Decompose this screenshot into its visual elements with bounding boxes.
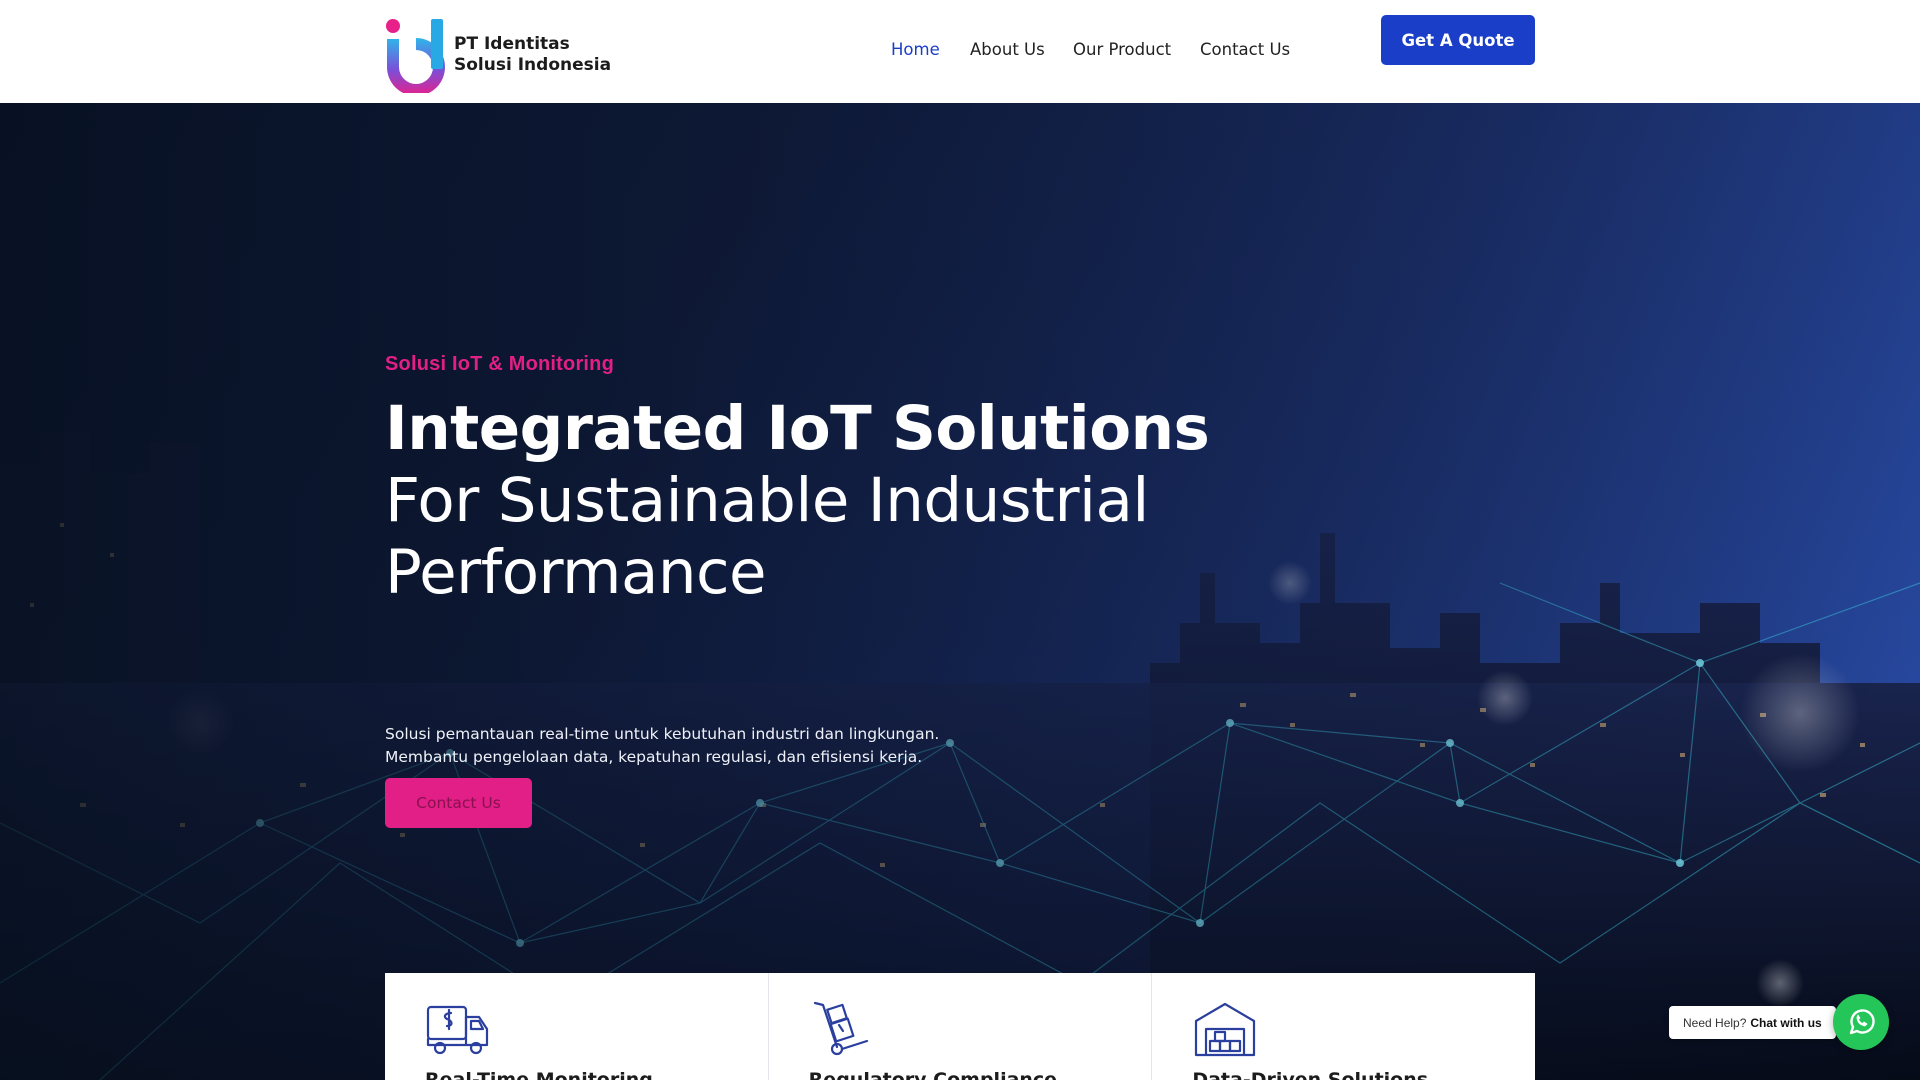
main-nav: Home About Us Our Product Contact Us <box>0 40 1920 64</box>
warehouse-icon <box>1195 1002 1256 1057</box>
hand-truck-boxes-icon <box>813 1001 868 1056</box>
hero-eyebrow: Solusi IoT & Monitoring <box>385 353 615 375</box>
nav-item-our-product[interactable]: Our Product <box>1073 40 1171 59</box>
whatsapp-chat-button[interactable] <box>1833 994 1889 1050</box>
feature-title: Regulatory Compliance <box>808 1069 1058 1080</box>
hero-description-line1: Solusi pemantauan real-time untuk kebutu… <box>385 725 940 743</box>
hero-contact-us-button[interactable]: Contact Us <box>385 778 532 828</box>
hero-headline-line3: Performance <box>385 537 767 608</box>
delivery-truck-dollar-icon <box>426 1005 489 1055</box>
feature-title: Real-Time Monitoring <box>425 1069 653 1080</box>
nav-item-contact-us[interactable]: Contact Us <box>1200 40 1290 59</box>
hero-headline-line1: Integrated IoT Solutions <box>385 393 1210 464</box>
hero-section: Solusi IoT & Monitoring Integrated IoT S… <box>0 103 1920 1080</box>
get-a-quote-button[interactable]: Get A Quote <box>1381 15 1535 65</box>
chat-prompt-text: Need Help? <box>1683 1015 1747 1030</box>
hero-headline-line2: For Sustainable Industrial <box>385 465 1149 536</box>
hero-description-line2: Membantu pengelolaan data, kepatuhan reg… <box>385 748 923 766</box>
feature-card-data-driven-solutions[interactable]: Data-Driven Solutions <box>1152 973 1535 1080</box>
feature-card-real-time-monitoring[interactable]: Real-Time Monitoring <box>385 973 769 1080</box>
hero-description: Solusi pemantauan real-time untuk kebutu… <box>385 723 1145 769</box>
feature-card-regulatory-compliance[interactable]: Regulatory Compliance <box>769 973 1153 1080</box>
site-header: PT Identitas Solusi Indonesia Home About… <box>0 0 1920 103</box>
whatsapp-icon <box>1849 1009 1875 1035</box>
nav-item-about-us[interactable]: About Us <box>970 40 1045 59</box>
chat-action-text: Chat with us <box>1750 1015 1822 1030</box>
nav-item-home[interactable]: Home <box>891 40 940 59</box>
chat-prompt[interactable]: Need Help? Chat with us <box>1669 1006 1836 1039</box>
feature-cards: Real-Time Monitoring Regulatory Complian… <box>385 973 1535 1080</box>
feature-title: Data-Driven Solutions <box>1192 1069 1429 1080</box>
hero-headline: Integrated IoT Solutions For Sustainable… <box>385 393 1210 609</box>
